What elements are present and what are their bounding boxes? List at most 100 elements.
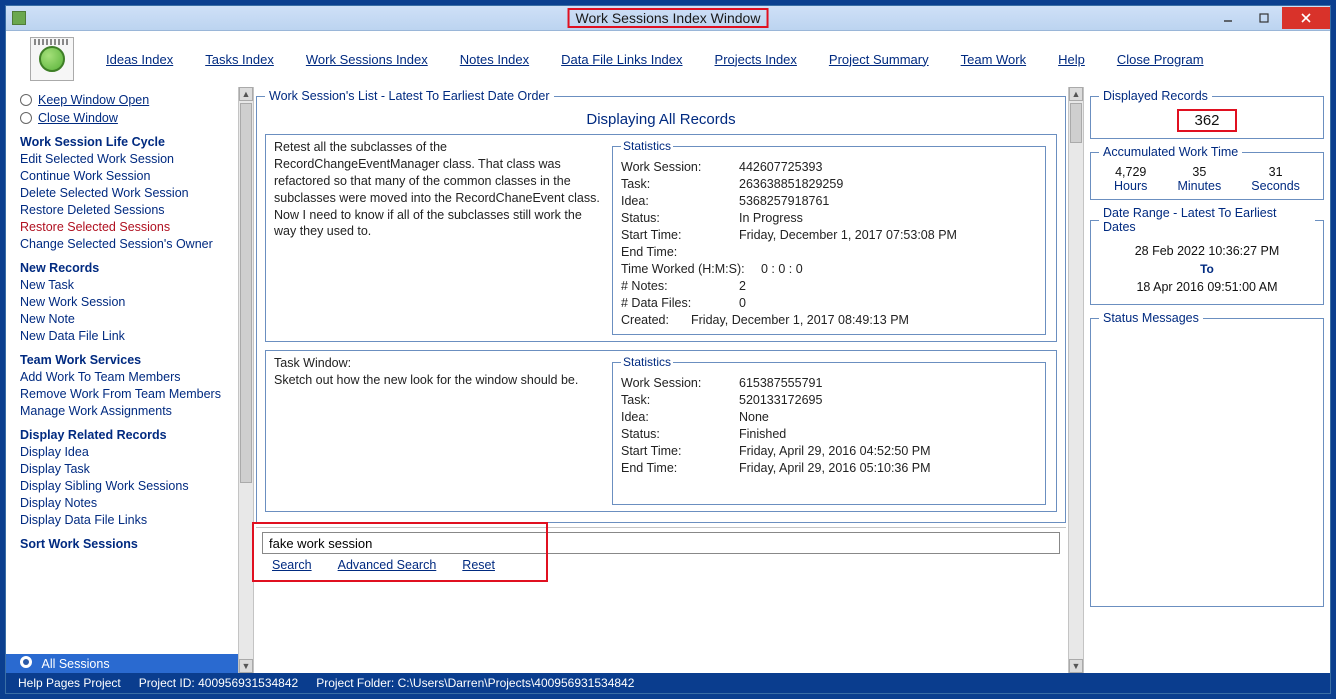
- display-related-records-heading: Display Related Records: [20, 428, 238, 442]
- list-scrollbar[interactable]: ▲ ▼: [1068, 87, 1084, 673]
- nav-projects-index[interactable]: Projects Index: [715, 52, 797, 67]
- nav-tasks-index[interactable]: Tasks Index: [205, 52, 274, 67]
- scrollbar-thumb[interactable]: [240, 103, 252, 483]
- restore-deleted-sessions[interactable]: Restore Deleted Sessions: [20, 203, 238, 217]
- delete-selected-work-session[interactable]: Delete Selected Work Session: [20, 186, 238, 200]
- stat-value-idea: None: [739, 410, 769, 424]
- minutes-value: 35: [1177, 165, 1221, 179]
- status-messages-group: Status Messages: [1090, 311, 1324, 607]
- clock-icon: [39, 46, 65, 72]
- stat-value-time-worked: 0 : 0 : 0: [761, 262, 803, 276]
- work-session-record[interactable]: Task Window: Sketch out how the new look…: [265, 350, 1057, 512]
- new-records-heading: New Records: [20, 261, 238, 275]
- work-sessions-list-group: Work Session's List - Latest To Earliest…: [256, 89, 1066, 523]
- scroll-up-icon[interactable]: ▲: [239, 87, 253, 101]
- display-notes[interactable]: Display Notes: [20, 496, 238, 510]
- accumulated-time-legend: Accumulated Work Time: [1099, 145, 1242, 159]
- displaying-all-records-label: Displaying All Records: [265, 111, 1057, 128]
- nav-project-summary[interactable]: Project Summary: [829, 52, 929, 67]
- stat-value-start-time: Friday, December 1, 2017 07:53:08 PM: [739, 228, 957, 242]
- accumulated-work-time-group: Accumulated Work Time 4,729Hours 35Minut…: [1090, 145, 1324, 200]
- continue-work-session[interactable]: Continue Work Session: [20, 169, 238, 183]
- date-range-group: Date Range - Latest To Earliest Dates 28…: [1090, 206, 1324, 305]
- minutes-label: Minutes: [1177, 179, 1221, 193]
- maximize-icon: [1258, 12, 1270, 24]
- manage-work-assignments[interactable]: Manage Work Assignments: [20, 404, 238, 418]
- seconds-value: 31: [1251, 165, 1300, 179]
- minimize-button[interactable]: [1210, 7, 1246, 29]
- team-work-services-heading: Team Work Services: [20, 353, 238, 367]
- radio-selected-icon: [20, 656, 32, 668]
- nav-close-program[interactable]: Close Program: [1117, 52, 1204, 67]
- nav-notes-index[interactable]: Notes Index: [460, 52, 529, 67]
- sidebar: Keep Window Open Close Window Work Sessi…: [6, 87, 238, 673]
- reset-button[interactable]: Reset: [462, 558, 495, 572]
- scroll-up-icon[interactable]: ▲: [1069, 87, 1083, 101]
- display-sibling-work-sessions[interactable]: Display Sibling Work Sessions: [20, 479, 238, 493]
- minimize-icon: [1222, 12, 1234, 24]
- stat-label-start-time: Start Time:: [621, 228, 739, 242]
- list-group-legend: Work Session's List - Latest To Earliest…: [265, 89, 554, 103]
- display-idea[interactable]: Display Idea: [20, 445, 238, 459]
- nav-help[interactable]: Help: [1058, 52, 1085, 67]
- edit-selected-work-session[interactable]: Edit Selected Work Session: [20, 152, 238, 166]
- all-sessions-option[interactable]: All Sessions: [6, 654, 238, 673]
- stat-label-end-time: End Time:: [621, 245, 739, 259]
- nav-data-file-links-index[interactable]: Data File Links Index: [561, 52, 682, 67]
- sort-work-sessions-heading: Sort Work Sessions: [20, 537, 238, 551]
- stat-label-status: Status:: [621, 427, 739, 441]
- search-bar: Search Advanced Search Reset: [256, 527, 1066, 574]
- new-work-session[interactable]: New Work Session: [20, 295, 238, 309]
- search-button[interactable]: Search: [272, 558, 312, 572]
- close-window-option[interactable]: Close Window: [20, 111, 238, 125]
- advanced-search-button[interactable]: Advanced Search: [338, 558, 437, 572]
- restore-selected-sessions[interactable]: Restore Selected Sessions: [20, 220, 238, 234]
- new-note[interactable]: New Note: [20, 312, 238, 326]
- work-session-record[interactable]: Retest all the subclasses of the RecordC…: [265, 134, 1057, 342]
- date-range-legend: Date Range - Latest To Earliest Dates: [1099, 206, 1315, 234]
- window-title-highlight: Work Sessions Index Window: [568, 8, 769, 28]
- change-selected-session-owner[interactable]: Change Selected Session's Owner: [20, 237, 238, 251]
- close-window-label: Close Window: [38, 111, 118, 125]
- stat-value-task: 263638851829259: [739, 177, 843, 191]
- scroll-down-icon[interactable]: ▼: [239, 659, 253, 673]
- nav-work-sessions-index[interactable]: Work Sessions Index: [306, 52, 428, 67]
- right-panel: Displayed Records 362 Accumulated Work T…: [1084, 87, 1330, 673]
- status-project-folder-label: Project Folder:: [316, 676, 394, 690]
- nav-team-work[interactable]: Team Work: [961, 52, 1027, 67]
- stat-value-idea: 5368257918761: [739, 194, 829, 208]
- seconds-label: Seconds: [1251, 179, 1300, 193]
- scroll-down-icon[interactable]: ▼: [1069, 659, 1083, 673]
- record-statistics: Statistics Work Session:442607725393 Tas…: [612, 139, 1046, 335]
- date-latest: 28 Feb 2022 10:36:27 PM: [1099, 244, 1315, 258]
- stat-label-work-session: Work Session:: [621, 376, 739, 390]
- display-data-file-links[interactable]: Display Data File Links: [20, 513, 238, 527]
- stat-label-work-session: Work Session:: [621, 160, 739, 174]
- close-icon: [1300, 12, 1312, 24]
- stat-label-task: Task:: [621, 177, 739, 191]
- stat-value-end-time: Friday, April 29, 2016 05:10:36 PM: [739, 461, 931, 475]
- record-statistics: Statistics Work Session:615387555791 Tas…: [612, 355, 1046, 505]
- display-task[interactable]: Display Task: [20, 462, 238, 476]
- sidebar-scrollbar[interactable]: ▲ ▼: [238, 87, 254, 673]
- scrollbar-thumb[interactable]: [1070, 103, 1082, 143]
- stat-label-idea: Idea:: [621, 194, 739, 208]
- content-area: Ideas Index Tasks Index Work Sessions In…: [6, 31, 1330, 673]
- new-data-file-link[interactable]: New Data File Link: [20, 329, 238, 343]
- stat-value-num-notes: 2: [739, 279, 746, 293]
- new-task[interactable]: New Task: [20, 278, 238, 292]
- date-earliest: 18 Apr 2016 09:51:00 AM: [1099, 280, 1315, 294]
- life-cycle-heading: Work Session Life Cycle: [20, 135, 238, 149]
- stat-value-task: 520133172695: [739, 393, 822, 407]
- record-description: Retest all the subclasses of the RecordC…: [274, 139, 604, 335]
- nav-ideas-index[interactable]: Ideas Index: [106, 52, 173, 67]
- stat-label-created: Created:: [621, 313, 691, 327]
- add-work-to-team-members[interactable]: Add Work To Team Members: [20, 370, 238, 384]
- maximize-button[interactable]: [1246, 7, 1282, 29]
- close-button[interactable]: [1282, 7, 1330, 29]
- body-region: Keep Window Open Close Window Work Sessi…: [6, 87, 1330, 673]
- remove-work-from-team-members[interactable]: Remove Work From Team Members: [20, 387, 238, 401]
- keep-window-open-option[interactable]: Keep Window Open: [20, 93, 238, 107]
- search-input[interactable]: [262, 532, 1060, 554]
- status-messages-legend: Status Messages: [1099, 311, 1203, 325]
